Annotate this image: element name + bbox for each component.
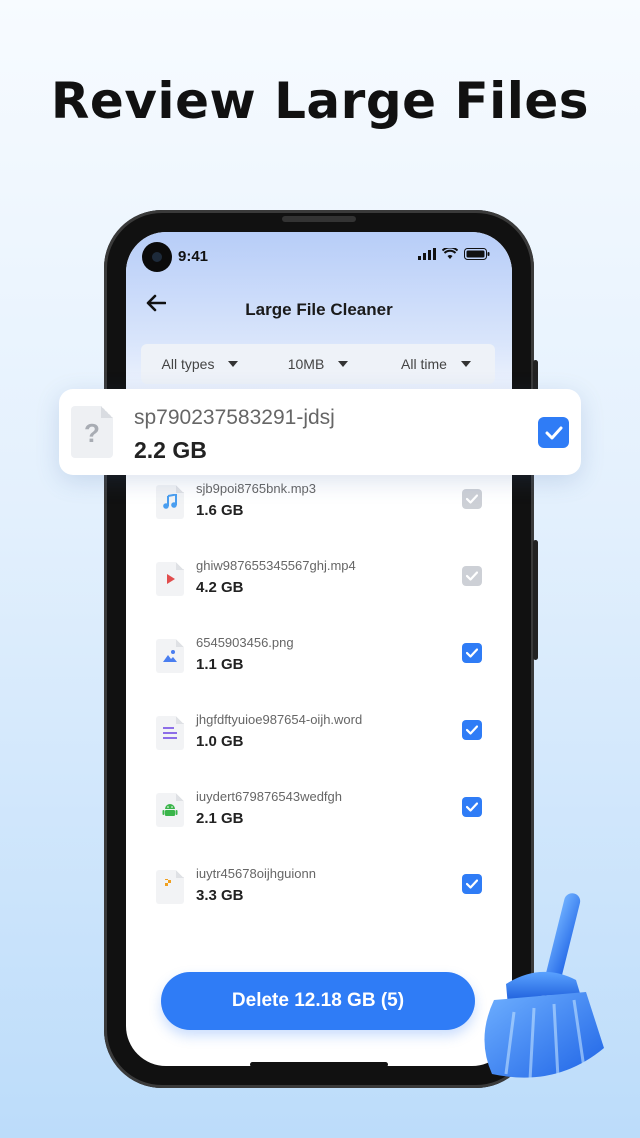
- file-name: ghiw987655345567ghj.mp4: [196, 558, 356, 573]
- signal-icon: [418, 248, 436, 260]
- status-icons: [418, 248, 490, 260]
- battery-icon: [464, 248, 490, 260]
- checkmark-icon: [466, 648, 478, 658]
- filter-size-dropdown[interactable]: 10MB: [259, 356, 377, 372]
- status-time: 9:41: [178, 248, 209, 265]
- file-row[interactable]: sjb9poi8765bnk.mp3 1.6 GB: [126, 479, 512, 556]
- image-icon: [156, 639, 184, 673]
- filter-label: 10MB: [287, 356, 325, 372]
- camera-icon: [142, 242, 172, 272]
- file-name: sjb9poi8765bnk.mp3: [196, 481, 316, 496]
- chevron-down-icon: [460, 361, 471, 367]
- filter-bar: All types 10MB All time: [141, 344, 495, 384]
- checkmark-icon: [466, 494, 478, 504]
- file-row[interactable]: ghiw987655345567ghj.mp4 4.2 GB: [126, 556, 512, 633]
- file-checkbox[interactable]: [462, 643, 482, 663]
- file-row[interactable]: iuydert679876543wedfgh 2.1 GB: [126, 787, 512, 864]
- page-headline: Review Large Files: [50, 72, 590, 130]
- android-icon: [156, 793, 184, 827]
- file-size: 2.1 GB: [196, 810, 244, 827]
- zip-icon: [156, 870, 184, 904]
- file-size: 3.3 GB: [196, 887, 244, 904]
- file-size: 2.2 GB: [134, 437, 207, 463]
- filter-time-dropdown[interactable]: All time: [377, 356, 495, 372]
- chevron-down-icon: [338, 361, 349, 367]
- phone-power-button: [533, 540, 538, 660]
- highlighted-file-card[interactable]: ? sp790237583291-jdsj 2.2 GB: [59, 389, 581, 475]
- file-size: 1.6 GB: [196, 502, 244, 519]
- checkmark-icon: [545, 426, 562, 439]
- file-size: 4.2 GB: [196, 579, 244, 596]
- chevron-down-icon: [228, 361, 239, 367]
- file-size: 1.1 GB: [196, 656, 244, 673]
- screen-title: Large File Cleaner: [245, 300, 393, 319]
- document-icon: [156, 716, 184, 750]
- filter-type-dropdown[interactable]: All types: [141, 356, 259, 372]
- file-name: iuydert679876543wedfgh: [196, 789, 343, 804]
- file-size: 1.0 GB: [196, 733, 244, 750]
- filter-label: All time: [401, 356, 447, 372]
- home-indicator: [250, 1062, 388, 1066]
- file-checkbox[interactable]: [462, 489, 482, 509]
- file-name: jhgfdftyuioe987654-oijh.word: [196, 712, 363, 727]
- checkmark-icon: [466, 571, 478, 581]
- checkmark-icon: [466, 802, 478, 812]
- file-row[interactable]: 6545903456.png 1.1 GB: [126, 633, 512, 710]
- file-name: 6545903456.png: [196, 635, 294, 650]
- file-row[interactable]: jhgfdftyuioe987654-oijh.word 1.0 GB: [126, 710, 512, 787]
- file-checkbox[interactable]: [462, 797, 482, 817]
- broom-icon: [484, 893, 604, 1081]
- filter-label: All types: [161, 356, 215, 372]
- wifi-icon: [442, 248, 458, 259]
- music-icon: [156, 485, 184, 519]
- unknown-file-icon: ?: [71, 406, 113, 458]
- video-icon: [156, 562, 184, 596]
- phone-speaker: [282, 216, 356, 222]
- file-checkbox[interactable]: [462, 720, 482, 740]
- file-name: iuytr45678oijhguionn: [196, 866, 316, 881]
- checkmark-icon: [466, 725, 478, 735]
- file-name: sp790237583291-jdsj: [134, 406, 335, 429]
- file-list: sjb9poi8765bnk.mp3 1.6 GB ghiw9876553455…: [126, 479, 512, 941]
- delete-button[interactable]: Delete 12.18 GB (5): [161, 972, 475, 1030]
- file-checkbox[interactable]: [538, 417, 569, 448]
- file-checkbox[interactable]: [462, 566, 482, 586]
